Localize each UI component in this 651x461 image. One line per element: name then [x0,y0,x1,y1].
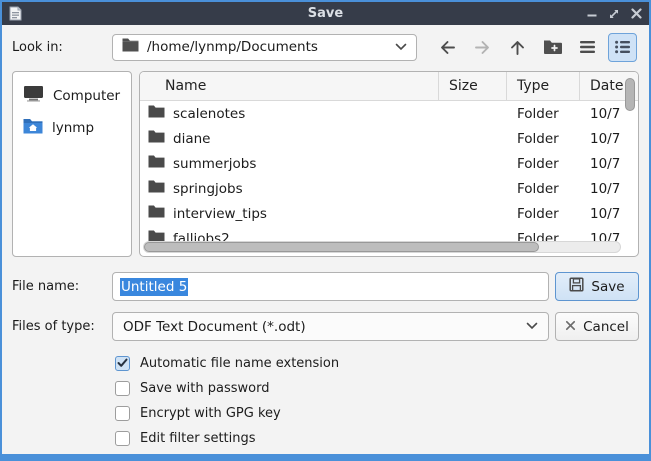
table-row[interactable]: summerjobs Folder 10/7 [140,151,638,176]
file-list: Name Size Type Date scalenotes Folder 10… [139,71,639,257]
files-of-type-label: Files of type: [12,319,112,334]
folder-icon [148,130,165,147]
table-row[interactable]: scalenotes Folder 10/7 [140,101,638,126]
file-name: springjobs [173,181,243,197]
vertical-scrollbar[interactable] [625,75,635,240]
chevron-down-icon [395,40,407,55]
folder-icon [148,155,165,172]
horizontal-scrollbar[interactable] [143,241,621,253]
sidebar-item-label: lynmp [52,120,94,136]
forward-button[interactable] [468,33,497,62]
file-name: scalenotes [173,106,245,122]
checkbox-edit-filter[interactable]: Edit filter settings [115,430,639,446]
options-group: Automatic file name extension Save with … [115,354,639,446]
save-button-label: Save [591,279,624,295]
checkbox-auto-extension[interactable]: Automatic file name extension [115,355,639,371]
checkbox-box[interactable] [115,406,130,421]
file-name-input[interactable]: Untitled 5 [112,272,549,301]
file-name-value: Untitled 5 [120,278,188,296]
sidebar-item-computer[interactable]: Computer [13,79,131,112]
column-header-size[interactable]: Size [439,72,507,100]
horizontal-scrollbar-thumb[interactable] [144,242,539,252]
back-button[interactable] [433,33,462,62]
vertical-scrollbar-thumb[interactable] [625,78,635,111]
table-row[interactable]: diane Folder 10/7 [140,126,638,151]
folder-icon [148,205,165,222]
document-icon [9,6,22,21]
checkbox-label: Save with password [140,381,269,396]
detail-view-button[interactable] [608,33,637,62]
file-name: diane [173,131,210,147]
checkbox-box[interactable] [115,381,130,396]
file-list-header: Name Size Type Date [140,72,638,101]
close-button[interactable] [631,8,642,19]
folder-icon [148,180,165,197]
cancel-button-label: Cancel [583,319,629,335]
checkbox-label: Encrypt with GPG key [140,406,281,421]
file-name: interview_tips [173,206,267,222]
table-row[interactable]: interview_tips Folder 10/7 [140,201,638,226]
file-type: Folder [507,206,580,222]
sidebar-item-label: Computer [53,88,120,104]
sidebar-item-home[interactable]: lynmp [13,112,131,144]
table-row[interactable]: springjobs Folder 10/7 [140,176,638,201]
save-dialog: Save Look in: /home/lynmp/Documents [0,0,651,461]
checkbox-save-with-password[interactable]: Save with password [115,380,639,396]
new-folder-button[interactable] [538,33,567,62]
look-in-combobox[interactable]: /home/lynmp/Documents [112,34,417,61]
file-type: Folder [507,156,580,172]
close-x-icon [565,319,576,335]
folder-icon [122,38,139,56]
checkbox-box[interactable] [115,431,130,446]
column-header-type[interactable]: Type [507,72,580,100]
file-type-value: ODF Text Document (*.odt) [123,319,526,335]
cancel-button[interactable]: Cancel [555,312,639,341]
save-button[interactable]: Save [555,272,639,301]
file-type: Folder [507,106,580,122]
restore-button[interactable] [608,8,620,20]
file-name-label: File name: [12,279,112,294]
folder-icon [148,105,165,122]
computer-icon [23,85,44,106]
file-name: summerjobs [173,156,256,172]
dialog-content: Look in: /home/lynmp/Documents [2,25,649,454]
list-view-button[interactable] [573,33,602,62]
column-header-name[interactable]: Name [140,72,439,100]
up-button[interactable] [503,33,532,62]
file-type: Folder [507,181,580,197]
minimize-button[interactable] [587,9,597,19]
window-title: Save [2,6,649,21]
checkbox-box[interactable] [115,356,130,371]
look-in-label: Look in: [12,40,112,55]
titlebar[interactable]: Save [2,2,649,25]
places-sidebar: Computer lynmp [12,71,132,257]
navigation-toolbar [417,33,639,62]
checkbox-label: Automatic file name extension [140,356,339,371]
checkbox-encrypt-gpg[interactable]: Encrypt with GPG key [115,405,639,421]
look-in-value: /home/lynmp/Documents [147,39,387,55]
chevron-down-icon [526,319,538,334]
floppy-save-icon [569,277,584,296]
checkbox-label: Edit filter settings [140,431,256,446]
file-type: Folder [507,131,580,147]
user-home-folder-icon [23,118,43,138]
file-type-combobox[interactable]: ODF Text Document (*.odt) [112,312,549,341]
